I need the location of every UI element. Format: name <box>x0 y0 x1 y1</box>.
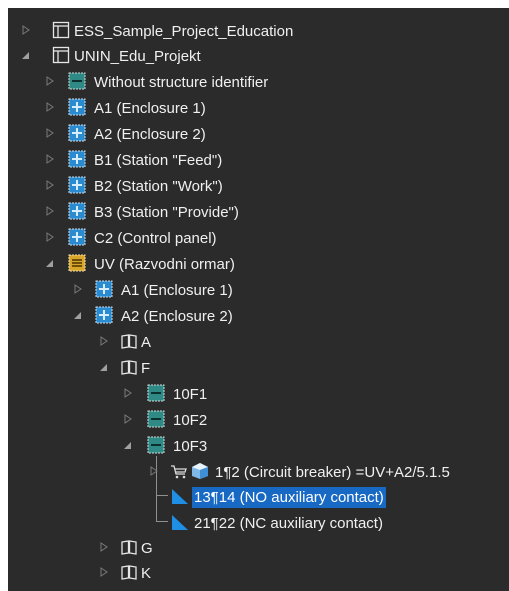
expand-arrow-icon[interactable] <box>44 101 56 113</box>
tree-item-label: 1¶2 (Circuit breaker) =UV+A2/5.1.5 <box>215 464 450 481</box>
tree-item-label: A <box>141 334 152 351</box>
tree-item-label: B1 (Station "Feed") <box>94 152 223 169</box>
tree-item-no-auxiliary-contact[interactable]: 13¶14 (NO auxiliary contact) <box>8 484 509 509</box>
book-icon <box>120 538 138 556</box>
location-blue-icon <box>68 176 86 194</box>
expand-arrow-icon[interactable] <box>44 231 56 243</box>
book-icon <box>120 563 138 581</box>
tree-item-label: G <box>141 540 153 557</box>
tree-item-without-structure[interactable]: Without structure identifier <box>8 69 509 94</box>
tree-item-label: 21¶22 (NC auxiliary contact) <box>194 515 383 532</box>
expand-arrow-icon[interactable] <box>44 179 56 191</box>
location-blue-icon <box>68 228 86 246</box>
location-teal-icon <box>147 384 165 402</box>
tree-item-book-a[interactable]: A <box>8 329 509 354</box>
tree-item-a2[interactable]: A2 (Enclosure 2) <box>8 121 509 146</box>
tree-item-label: C2 (Control panel) <box>94 230 217 247</box>
expand-arrow-icon[interactable] <box>44 153 56 165</box>
cube-icon <box>191 462 209 480</box>
tree-item-label: F <box>141 360 151 377</box>
tree-item-c2[interactable]: C2 (Control panel) <box>8 225 509 250</box>
book-icon <box>120 332 138 350</box>
tree-item-circuit-breaker[interactable]: 1¶2 (Circuit breaker) =UV+A2/5.1.5 <box>8 459 509 484</box>
expand-arrow-icon[interactable] <box>122 413 134 425</box>
expand-arrow-icon[interactable] <box>148 465 160 477</box>
tree-item-10f2[interactable]: 10F2 <box>8 407 509 432</box>
expand-arrow-icon[interactable] <box>98 335 110 347</box>
location-teal-icon <box>147 410 165 428</box>
tree-item-uv-a1[interactable]: A1 (Enclosure 1) <box>8 277 509 302</box>
tree-item-label: A2 (Enclosure 2) <box>121 308 233 325</box>
tree-item-unin-edu-projekt[interactable]: UNIN_Edu_Projekt <box>8 43 509 68</box>
expand-arrow-icon[interactable] <box>98 566 110 578</box>
tree-item-10f1[interactable]: 10F1 <box>8 381 509 406</box>
location-blue-icon <box>68 202 86 220</box>
tree-item-10f3[interactable]: 10F3 <box>8 433 509 458</box>
contact-triangle-icon <box>171 487 189 505</box>
collapse-arrow-icon[interactable] <box>98 361 110 373</box>
tree-item-book-g[interactable]: G <box>8 535 509 560</box>
tree-item-label: UNIN_Edu_Projekt <box>74 48 201 65</box>
expand-arrow-icon[interactable] <box>20 24 32 36</box>
tree-item-book-k[interactable]: K <box>8 560 509 585</box>
tree-item-label: B2 (Station "Work") <box>94 178 223 195</box>
location-blue-icon <box>95 306 113 324</box>
tree-item-label: A1 (Enclosure 1) <box>121 282 233 299</box>
location-blue-icon <box>68 124 86 142</box>
tree-item-label: 10F3 <box>173 438 208 455</box>
project-table-icon <box>52 46 70 64</box>
location-teal-icon <box>68 72 86 90</box>
tree-item-label: A2 (Enclosure 2) <box>94 126 206 143</box>
expand-arrow-icon[interactable] <box>44 205 56 217</box>
tree-item-label: K <box>141 565 152 582</box>
collapse-arrow-icon[interactable] <box>122 439 134 451</box>
tree-item-a1[interactable]: A1 (Enclosure 1) <box>8 95 509 120</box>
tree-item-label: 13¶14 (NO auxiliary contact) <box>192 487 386 508</box>
expand-arrow-icon[interactable] <box>44 75 56 87</box>
tree-item-label: A1 (Enclosure 1) <box>94 100 206 117</box>
tree-item-b2[interactable]: B2 (Station "Work") <box>8 173 509 198</box>
tree-item-label: 10F1 <box>173 386 208 403</box>
tree-item-label: UV (Razvodni ormar) <box>94 256 235 273</box>
collapse-arrow-icon[interactable] <box>20 49 32 61</box>
location-blue-icon <box>95 280 113 298</box>
contact-triangle-icon <box>171 513 189 531</box>
collapse-arrow-icon[interactable] <box>44 257 56 269</box>
expand-arrow-icon[interactable] <box>72 283 84 295</box>
tree-item-nc-auxiliary-contact[interactable]: 21¶22 (NC auxiliary contact) <box>8 510 509 535</box>
tree-item-b1[interactable]: B1 (Station "Feed") <box>8 147 509 172</box>
cart-icon <box>170 462 188 480</box>
expand-arrow-icon[interactable] <box>122 387 134 399</box>
tree-item-uv[interactable]: UV (Razvodni ormar) <box>8 251 509 276</box>
location-yellow-icon <box>68 254 86 272</box>
tree-item-label: B3 (Station "Provide") <box>94 204 239 221</box>
book-icon <box>120 358 138 376</box>
collapse-arrow-icon[interactable] <box>72 309 84 321</box>
expand-arrow-icon[interactable] <box>98 541 110 553</box>
tree-item-b3[interactable]: B3 (Station "Provide") <box>8 199 509 224</box>
tree-item-label: ESS_Sample_Project_Education <box>74 23 294 40</box>
project-tree-panel: ESS_Sample_Project_Education UNIN_Edu_Pr… <box>8 8 509 591</box>
tree-item-book-f[interactable]: F <box>8 355 509 380</box>
tree-item-label: Without structure identifier <box>94 74 269 91</box>
location-blue-icon <box>68 150 86 168</box>
project-table-icon <box>52 21 70 39</box>
tree-item-uv-a2[interactable]: A2 (Enclosure 2) <box>8 303 509 328</box>
location-blue-icon <box>68 98 86 116</box>
expand-arrow-icon[interactable] <box>44 127 56 139</box>
tree-item-label: 10F2 <box>173 412 208 429</box>
tree-item-ess-sample-project[interactable]: ESS_Sample_Project_Education <box>8 18 509 43</box>
location-teal-icon <box>147 436 165 454</box>
